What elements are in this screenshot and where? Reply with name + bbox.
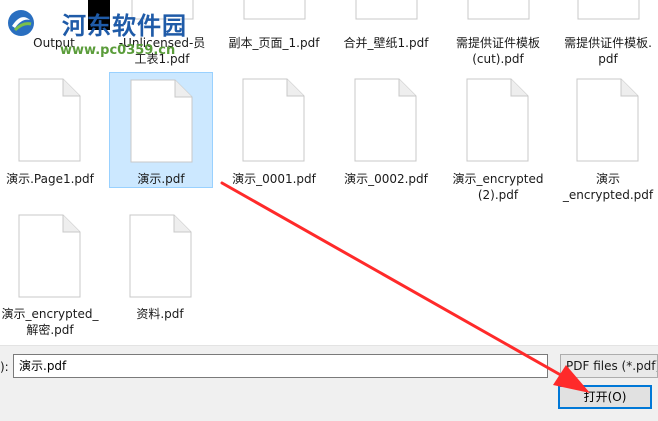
file-item-demo-0001[interactable]: 演示_0001.pdf — [222, 72, 326, 188]
filename-label: ): — [0, 360, 9, 374]
pdf-file-icon — [18, 214, 81, 298]
pdf-file-icon — [354, 78, 417, 162]
file-label: Output — [33, 36, 75, 50]
file-item-demo-page1[interactable]: 演示.Page1.pdf — [0, 72, 102, 188]
pdf-file-icon — [466, 78, 529, 162]
file-label: 资料.pdf — [136, 307, 184, 321]
file-label: 演示_encrypted (2).pdf — [452, 172, 544, 202]
file-label: 演示_0001.pdf — [232, 172, 316, 186]
open-button-label: 打开(O) — [583, 390, 627, 404]
file-open-dialog: Output -Unlicensed-员 工表1.pdf 副本_页面_1.pdf — [0, 0, 658, 421]
open-button[interactable]: 打开(O) — [558, 385, 652, 409]
file-item-id-template-cut[interactable]: 需提供证件模板 (cut).pdf — [446, 0, 550, 70]
file-label: 演示.pdf — [137, 172, 185, 186]
pdf-file-icon — [467, 0, 530, 20]
black-block — [88, 0, 110, 30]
pdf-file-icon — [576, 78, 639, 162]
file-label: 演示 _encrypted.pdf — [562, 172, 654, 202]
filetype-select[interactable]: PDF files (*.pdf) — [560, 354, 658, 378]
file-label: 需提供证件模板. pdf — [564, 36, 652, 66]
file-item-demo-encrypted-2[interactable]: 演示_encrypted (2).pdf — [446, 72, 550, 204]
filename-input[interactable]: 演示.pdf — [13, 354, 548, 378]
file-item-demo-encrypted[interactable]: 演示 _encrypted.pdf — [556, 72, 658, 204]
file-item-unlicensed[interactable]: -Unlicensed-员 工表1.pdf — [110, 0, 214, 70]
file-label: 演示_0002.pdf — [344, 172, 428, 186]
pdf-file-icon — [131, 0, 194, 20]
file-item-merge-wallpaper[interactable]: 合并_壁纸1.pdf — [334, 0, 438, 56]
file-label: -Unlicensed-员 工表1.pdf — [118, 36, 206, 66]
file-label: 演示.Page1.pdf — [6, 172, 94, 186]
file-label: 副本_页面_1.pdf — [228, 36, 320, 50]
pdf-file-icon — [18, 78, 81, 162]
pdf-file-icon — [243, 0, 306, 20]
pdf-file-icon — [577, 0, 640, 20]
pdf-file-icon — [130, 79, 193, 163]
file-label: 需提供证件模板 (cut).pdf — [455, 36, 540, 66]
file-item-demo[interactable]: 演示.pdf — [109, 72, 213, 188]
file-item-id-template[interactable]: 需提供证件模板. pdf — [556, 0, 658, 70]
file-item-demo-encrypted-decrypted[interactable]: 演示_encrypted_ 解密.pdf — [0, 208, 102, 340]
file-item-copy-page1[interactable]: 副本_页面_1.pdf — [222, 0, 326, 56]
file-item-materials[interactable]: 资料.pdf — [109, 208, 213, 324]
file-item-demo-0002[interactable]: 演示_0002.pdf — [334, 72, 438, 188]
pdf-file-icon — [355, 0, 418, 20]
file-label: 合并_壁纸1.pdf — [343, 36, 429, 50]
pdf-file-icon — [242, 78, 305, 162]
file-label: 演示_encrypted_ 解密.pdf — [1, 307, 99, 337]
pdf-file-icon — [129, 214, 192, 298]
